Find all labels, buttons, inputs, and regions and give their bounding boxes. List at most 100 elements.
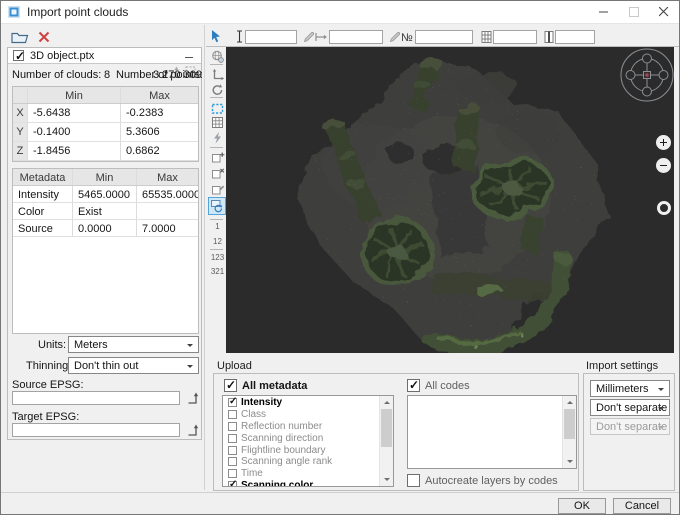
codes-list[interactable] — [407, 395, 577, 469]
import-settings-group: Millimeters Don't separate Don't separat… — [583, 373, 675, 491]
order-123-icon[interactable]: 123 — [210, 253, 225, 262]
autocreate-layers-checkbox[interactable]: Autocreate layers by codes — [407, 474, 558, 487]
ok-label: OK — [574, 500, 590, 512]
transform-icon — [166, 65, 180, 82]
list-item[interactable]: Scanning direction — [224, 432, 379, 444]
measure-length-icon[interactable] — [314, 30, 328, 46]
source-epsg-input[interactable] — [12, 391, 180, 405]
order-12-icon[interactable]: 12 — [210, 237, 225, 246]
close-button[interactable] — [649, 1, 679, 23]
metadata-list-scrollbar[interactable] — [379, 396, 393, 486]
separate-value-2: Don't separate — [596, 420, 668, 433]
autocreate-layers-label: Autocreate layers by codes — [425, 474, 558, 487]
separate-select-1[interactable]: Don't separate — [590, 399, 670, 416]
all-codes-checkbox[interactable]: All codes — [407, 378, 470, 392]
grid-icon[interactable] — [210, 115, 225, 130]
table-row: X -5.6438 -0.2383 — [13, 104, 198, 123]
order-321-icon[interactable]: 321 — [210, 267, 225, 276]
titlebar[interactable]: Import point clouds — [1, 1, 679, 24]
list-item[interactable]: Reflection number — [224, 421, 379, 433]
list-item[interactable]: Scanning angle rank — [224, 456, 379, 468]
list-item[interactable]: Scanning color — [224, 479, 379, 486]
bounds-col-min: Min — [28, 87, 121, 103]
file-name: 3D object.ptx — [30, 49, 95, 62]
refresh-view-tool-selected[interactable] — [208, 197, 226, 215]
metadata-list[interactable]: Intensity Class Reflection number Scanni… — [222, 395, 394, 487]
table-row: Source 0.0000 7.0000 — [13, 220, 198, 237]
remove-file-button[interactable] — [38, 31, 50, 46]
target-epsg-input[interactable] — [12, 423, 180, 437]
thinning-label: Thinning: — [26, 360, 72, 372]
thinning-select[interactable]: Don't thin out — [68, 357, 199, 374]
collapse-icon[interactable] — [185, 50, 193, 62]
toolbar-field-3[interactable] — [415, 30, 473, 44]
units-value: Meters — [74, 338, 108, 351]
clouds-count-value: 8 — [104, 69, 111, 81]
toolbar-field-1[interactable] — [245, 30, 297, 44]
view-compass[interactable] — [618, 47, 674, 103]
meta-col-metadata: Metadata — [13, 169, 73, 185]
number-label: № — [401, 32, 413, 44]
left-panel: 3D object.ptx Number of clouds: 8 Number… — [7, 47, 203, 440]
remove-box-icon[interactable] — [210, 166, 225, 181]
metadata-table: Metadata Min Max Intensity 5465.0000 655… — [12, 168, 199, 334]
window-title: Import point clouds — [27, 5, 129, 19]
upload-group: All metadata Intensity Class Reflection … — [213, 373, 579, 491]
lightning-icon[interactable] — [210, 130, 225, 145]
reset-view-button[interactable] — [657, 201, 671, 215]
zoom-in-button[interactable] — [656, 135, 671, 150]
point-cloud-render — [226, 47, 674, 357]
bounds-col-max: Max — [149, 90, 170, 102]
ok-button[interactable]: OK — [558, 498, 606, 514]
zoom-out-button[interactable] — [656, 158, 671, 173]
clouds-count-label: Number of clouds: — [12, 69, 102, 81]
all-metadata-checkbox[interactable]: All metadata — [224, 378, 308, 392]
axes-icon[interactable] — [210, 67, 225, 82]
edit-box-icon[interactable] — [210, 182, 225, 197]
panel-divider — [204, 25, 205, 490]
maximize-button[interactable] — [619, 1, 649, 23]
meta-col-max: Max — [137, 169, 198, 185]
units-import-select[interactable]: Millimeters — [590, 380, 670, 397]
list-item[interactable]: Class — [224, 409, 379, 421]
all-metadata-label: All metadata — [242, 379, 308, 392]
all-metadata-box[interactable] — [224, 378, 237, 392]
autocreate-layers-box[interactable] — [407, 474, 420, 487]
codes-list-scrollbar[interactable] — [562, 396, 576, 468]
meta-col-min: Min — [73, 169, 137, 185]
draw-line-icon-2[interactable] — [388, 30, 401, 46]
toolbar-field-2[interactable] — [329, 30, 383, 44]
columns-icon[interactable] — [480, 30, 493, 47]
separate-select-2: Don't separate — [590, 418, 670, 435]
minimize-button[interactable] — [589, 1, 619, 23]
list-item[interactable]: Intensity — [224, 396, 379, 409]
units-label: Units: — [38, 339, 67, 351]
all-codes-label: All codes — [425, 379, 470, 392]
selection-rect-icon[interactable] — [210, 101, 225, 116]
section-icon[interactable] — [542, 30, 555, 47]
toolbar-field-5[interactable] — [555, 30, 595, 44]
units-import-value: Millimeters — [596, 382, 649, 395]
order-1-icon[interactable]: 1 — [210, 222, 225, 231]
source-epsg-label: Source EPSG: — [12, 379, 84, 391]
selection-box-icon — [184, 65, 198, 82]
rotate-icon[interactable] — [210, 82, 225, 97]
table-row: Color Exist — [13, 203, 198, 220]
units-select[interactable]: Meters — [68, 336, 199, 353]
list-item[interactable]: Flightline boundary — [224, 444, 379, 456]
toolbar-field-4[interactable] — [493, 30, 537, 44]
select-tool-button[interactable] — [209, 29, 223, 47]
file-list-item[interactable]: 3D object.ptx — [8, 48, 201, 64]
file-checkbox[interactable] — [13, 49, 25, 63]
add-box-icon[interactable] — [210, 150, 225, 165]
import-settings-title: Import settings — [586, 360, 659, 372]
cloud-globe-icon[interactable] — [210, 49, 225, 64]
table-row: Y -0.1400 5.3606 — [13, 123, 198, 142]
open-file-button[interactable] — [11, 30, 29, 45]
all-codes-box[interactable] — [407, 378, 420, 392]
3d-viewport[interactable] — [226, 47, 674, 357]
list-item[interactable]: Time — [224, 468, 379, 480]
target-epsg-picker-icon[interactable] — [186, 423, 200, 440]
source-epsg-picker-icon[interactable] — [186, 391, 200, 408]
cancel-button[interactable]: Cancel — [613, 498, 671, 514]
